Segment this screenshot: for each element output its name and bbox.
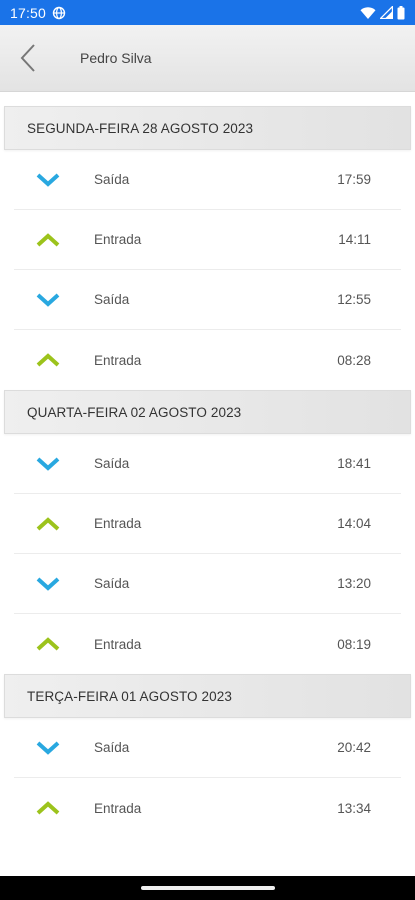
day-header: QUARTA-FEIRA 02 AGOSTO 2023: [4, 390, 411, 434]
entry-time: 13:34: [337, 800, 371, 816]
entry-type-label: Saída: [94, 740, 130, 755]
entry-time: 08:28: [337, 352, 371, 368]
entry-type-label: Entrada: [94, 352, 142, 368]
entry-row-saida[interactable]: Saída 12:55: [14, 270, 401, 330]
signal-icon: [380, 6, 393, 19]
entry-row-entrada[interactable]: Entrada 08:28: [14, 330, 401, 390]
entry-time: 20:42: [337, 740, 371, 755]
entry-row-entrada[interactable]: Entrada 14:04: [14, 494, 401, 554]
chevron-down-icon: [36, 173, 80, 187]
status-bar: 17:50: [0, 0, 415, 25]
entry-row-saida[interactable]: Saída 13:20: [14, 554, 401, 614]
chevron-up-icon: [36, 637, 80, 651]
entry-type-label: Entrada: [94, 636, 142, 652]
chevron-up-icon: [36, 232, 80, 247]
entry-type-label: Entrada: [94, 800, 142, 816]
page-title: Pedro Silva: [80, 50, 152, 66]
day-header: TERÇA-FEIRA 01 AGOSTO 2023: [4, 674, 411, 718]
entry-time: 08:19: [337, 636, 371, 652]
entry-time: 12:55: [337, 292, 371, 307]
entry-type-label: Saída: [94, 172, 130, 187]
entry-time: 13:20: [337, 576, 371, 591]
entry-time: 17:59: [337, 172, 371, 187]
entry-time: 14:04: [337, 516, 371, 531]
chevron-down-icon: [36, 293, 80, 307]
entry-type-label: Saída: [94, 456, 130, 471]
day-group: TERÇA-FEIRA 01 AGOSTO 2023 Saída 20:42 E…: [0, 674, 415, 838]
system-navigation-bar: [0, 876, 415, 900]
home-gesture-handle[interactable]: [140, 886, 275, 890]
entry-type-label: Saída: [94, 292, 130, 307]
entry-type-label: Entrada: [94, 232, 142, 247]
entry-row-saida[interactable]: Saída 17:59: [14, 150, 401, 210]
entry-row-entrada[interactable]: Entrada 08:19: [14, 614, 401, 674]
day-header: SEGUNDA-FEIRA 28 AGOSTO 2023: [4, 106, 411, 150]
entry-row-saida[interactable]: Saída 20:42: [14, 718, 401, 778]
entry-row-saida[interactable]: Saída 18:41: [14, 434, 401, 494]
chevron-up-icon: [36, 516, 80, 531]
status-time: 17:50: [10, 4, 47, 21]
chevron-down-icon: [36, 457, 80, 471]
back-button[interactable]: [0, 25, 56, 92]
chevron-down-icon: [36, 741, 80, 755]
top-app-bar: Pedro Silva: [0, 25, 415, 92]
chevron-up-icon: [36, 353, 80, 367]
entry-time: 18:41: [337, 456, 371, 471]
globe-icon: [52, 6, 66, 19]
entry-type-label: Entrada: [94, 516, 142, 531]
entry-row-entrada[interactable]: Entrada 13:34: [14, 778, 401, 838]
attendance-list[interactable]: SEGUNDA-FEIRA 28 AGOSTO 2023 Saída 17:59…: [0, 92, 415, 876]
day-group: SEGUNDA-FEIRA 28 AGOSTO 2023 Saída 17:59…: [0, 106, 415, 390]
entry-type-label: Saída: [94, 576, 130, 591]
wifi-icon: [360, 6, 376, 19]
chevron-left-icon: [20, 44, 35, 72]
day-group: QUARTA-FEIRA 02 AGOSTO 2023 Saída 18:41 …: [0, 390, 415, 674]
entry-time: 14:11: [338, 232, 371, 247]
chevron-down-icon: [36, 577, 80, 591]
battery-icon: [397, 5, 405, 19]
entry-row-entrada[interactable]: Entrada 14:11: [14, 210, 401, 270]
chevron-up-icon: [36, 801, 80, 815]
